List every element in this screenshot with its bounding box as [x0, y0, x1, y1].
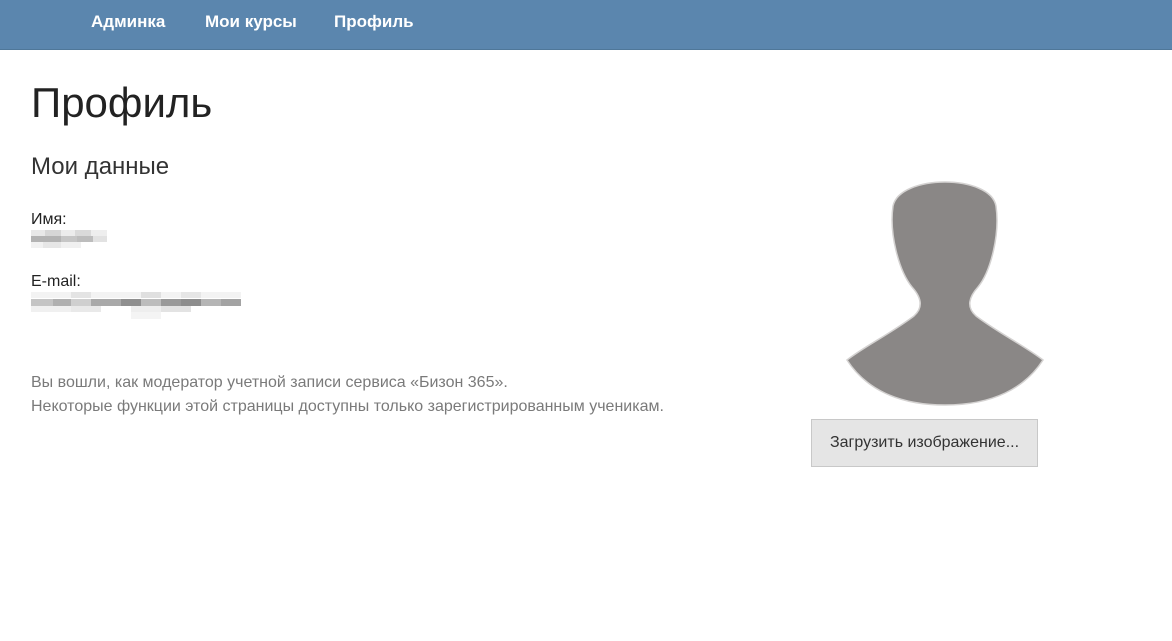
page-title: Профиль	[31, 79, 213, 126]
nav-item-admin[interactable]: Админка	[91, 12, 165, 32]
email-label: E-mail:	[31, 273, 81, 290]
upload-image-button[interactable]: Загрузить изображение...	[811, 419, 1038, 467]
user-silhouette-icon	[845, 176, 1045, 406]
nav-item-my-courses[interactable]: Мои курсы	[205, 12, 297, 32]
email-value-redacted	[31, 292, 241, 320]
top-navbar: Админка Мои курсы Профиль	[0, 0, 1172, 50]
nav-item-profile[interactable]: Профиль	[334, 12, 414, 32]
name-label: Имя:	[31, 211, 67, 228]
name-value-redacted	[31, 230, 107, 248]
moderator-note: Вы вошли, как модератор учетной записи с…	[31, 374, 508, 391]
section-title: Мои данные	[31, 153, 170, 180]
restricted-features-note: Некоторые функции этой страницы доступны…	[31, 398, 664, 415]
